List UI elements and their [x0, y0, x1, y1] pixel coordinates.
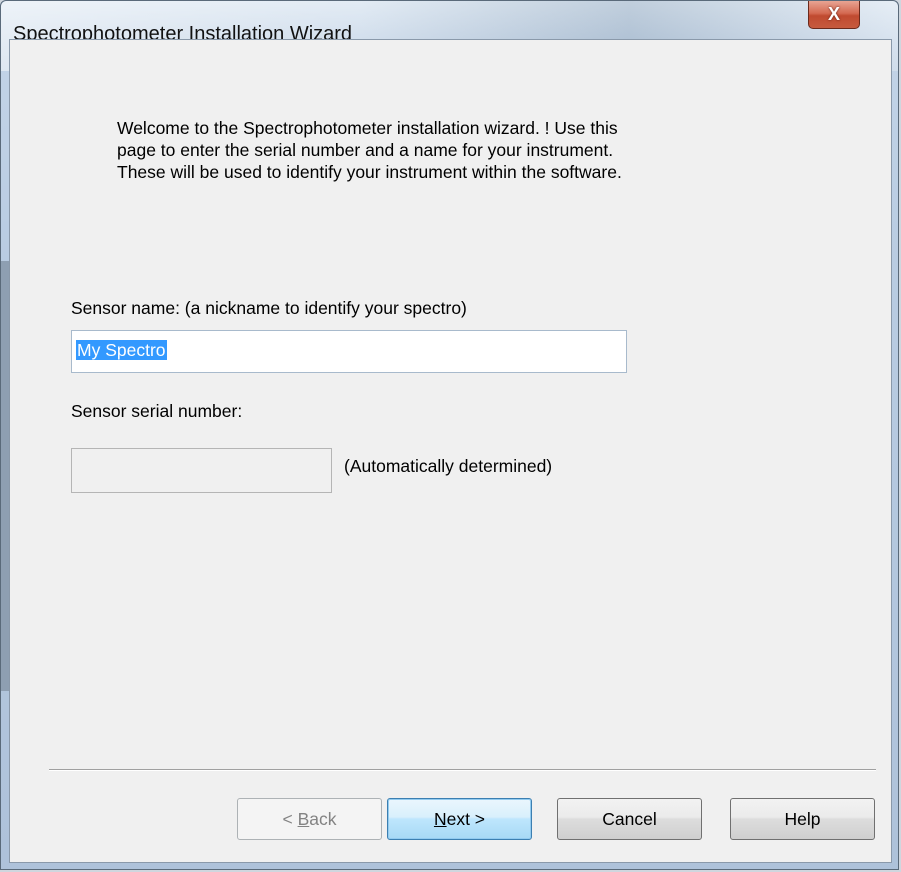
sensor-name-input[interactable]: My Spectro	[71, 330, 627, 373]
back-prefix: <	[282, 808, 298, 829]
back-button[interactable]: < Back	[237, 798, 382, 840]
serial-number-field	[71, 448, 332, 493]
cancel-button[interactable]: Cancel	[557, 798, 702, 840]
window-frame-edge	[1, 261, 9, 691]
button-separator	[49, 769, 876, 771]
back-rest: ack	[309, 808, 337, 829]
wizard-window: Spectrophotometer Installation Wizard X …	[0, 0, 899, 870]
help-button[interactable]: Help	[730, 798, 875, 840]
next-accel: N	[433, 808, 447, 829]
serial-number-label: Sensor serial number:	[71, 401, 243, 421]
cancel-label: Cancel	[602, 808, 657, 829]
close-button[interactable]: X	[808, 1, 860, 29]
help-label: Help	[784, 808, 821, 829]
serial-auto-note: (Automatically determined)	[344, 456, 553, 476]
sensor-name-value: My Spectro	[76, 340, 167, 360]
sensor-name-label: Sensor name: (a nickname to identify you…	[71, 298, 467, 318]
intro-text: Welcome to the Spectrophotometer install…	[117, 118, 622, 182]
back-accel: B	[297, 808, 310, 829]
close-icon: X	[827, 4, 840, 24]
next-button[interactable]: Next >	[387, 798, 532, 840]
wizard-page: Welcome to the Spectrophotometer install…	[9, 39, 892, 863]
next-rest: ext >	[446, 808, 486, 829]
